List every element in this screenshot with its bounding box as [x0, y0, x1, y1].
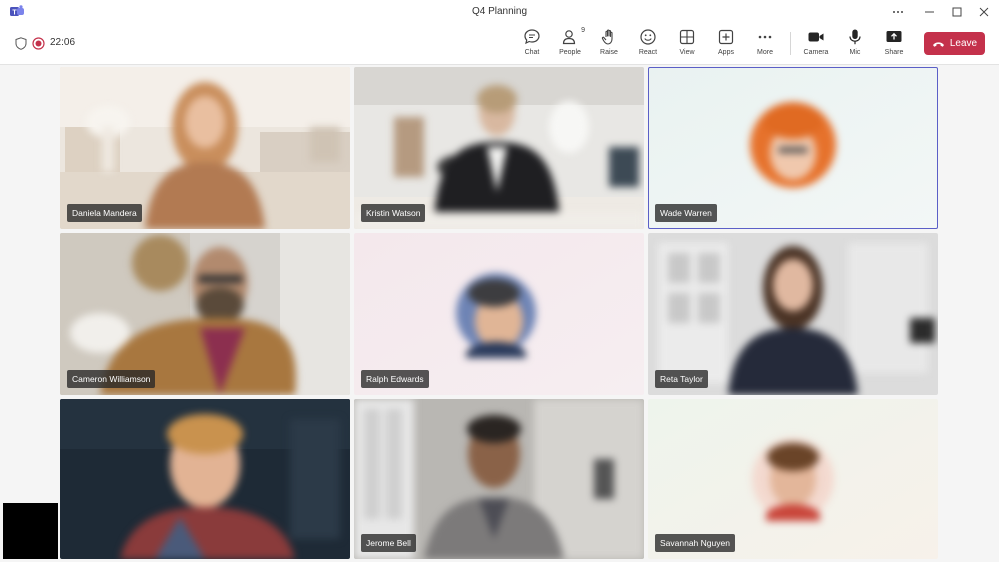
- participant-tile-jerome-bell[interactable]: Jerome Bell: [354, 399, 644, 559]
- toolbar-divider: [790, 32, 791, 55]
- hang-up-icon: [932, 41, 944, 47]
- mic-label: Mic: [849, 49, 861, 56]
- apps-label: Apps: [718, 49, 734, 56]
- raise-label: Raise: [600, 49, 618, 56]
- react-label: React: [638, 49, 658, 56]
- meeting-timer: 22:06: [50, 37, 76, 48]
- chat-label: Chat: [524, 49, 540, 56]
- grid-view-icon: [679, 29, 695, 45]
- microphone-icon: [849, 29, 861, 45]
- share-label: Share: [884, 49, 904, 56]
- participant-name: Daniela Mandera: [67, 204, 142, 222]
- chat-button[interactable]: Chat: [513, 28, 551, 60]
- add-app-icon: [718, 29, 734, 45]
- meeting-toolbar: 22:06 Chat 9 People Raise React View App…: [0, 23, 999, 65]
- participant-tile-wade-warren[interactable]: Wade Warren: [648, 67, 938, 229]
- participant-name: Cameron Williamson: [67, 370, 156, 388]
- people-label: People: [559, 49, 581, 56]
- participant-tile-savannah-nguyen[interactable]: Savannah Nguyen: [648, 399, 938, 559]
- participant-name: Wade Warren: [655, 204, 717, 222]
- camera-icon: [808, 32, 824, 42]
- raise-hand-button[interactable]: Raise: [590, 28, 628, 60]
- apps-button[interactable]: Apps: [707, 28, 745, 60]
- participant-name: Reta Taylor: [655, 370, 708, 388]
- participant-tile-daniela-mandera[interactable]: Daniela Mandera: [60, 67, 350, 229]
- camera-label: Camera: [803, 49, 829, 56]
- mic-button[interactable]: Mic: [836, 28, 874, 60]
- recording-icon: [32, 37, 45, 50]
- window-title: Q4 Planning: [471, 6, 528, 17]
- camera-button[interactable]: Camera: [797, 28, 835, 60]
- leave-button[interactable]: Leave: [924, 32, 985, 55]
- react-button[interactable]: React: [629, 28, 667, 60]
- participant-name: Jerome Bell: [361, 534, 416, 552]
- obscuring-overlay: [3, 503, 58, 559]
- hand-icon: [601, 29, 613, 45]
- more-options-icon[interactable]: [884, 3, 912, 20]
- people-icon: [562, 30, 576, 45]
- participant-tile-cameron-williamson[interactable]: Cameron Williamson: [60, 233, 350, 395]
- participant-tile-kristin-watson[interactable]: Kristin Watson: [354, 67, 644, 229]
- participant-tile-reta-taylor[interactable]: Reta Taylor: [648, 233, 938, 395]
- more-label: More: [757, 49, 773, 56]
- minimize-icon[interactable]: [916, 3, 944, 20]
- participant-tile-ralph-edwards[interactable]: Ralph Edwards: [354, 233, 644, 395]
- chat-icon: [524, 29, 540, 45]
- view-label: View: [679, 49, 695, 56]
- leave-label: Leave: [949, 38, 978, 49]
- close-icon[interactable]: [970, 3, 998, 20]
- maximize-icon[interactable]: [943, 3, 971, 20]
- share-screen-icon: [886, 31, 902, 42]
- shield-icon: [15, 37, 27, 50]
- participant-video: [60, 399, 350, 559]
- participant-tile-obscured[interactable]: [60, 399, 350, 559]
- participant-name: Kristin Watson: [361, 204, 426, 222]
- title-bar: T Q4 Planning: [0, 0, 999, 24]
- people-button[interactable]: 9 People: [551, 27, 589, 60]
- more-icon: [758, 35, 772, 39]
- avatar: [750, 102, 836, 188]
- view-button[interactable]: View: [668, 28, 706, 60]
- participant-name: Savannah Nguyen: [655, 534, 735, 552]
- smiley-icon: [640, 29, 656, 45]
- share-button[interactable]: Share: [875, 28, 913, 60]
- people-count: 9: [581, 27, 585, 34]
- participant-name: Ralph Edwards: [361, 370, 429, 388]
- more-button[interactable]: More: [746, 28, 784, 60]
